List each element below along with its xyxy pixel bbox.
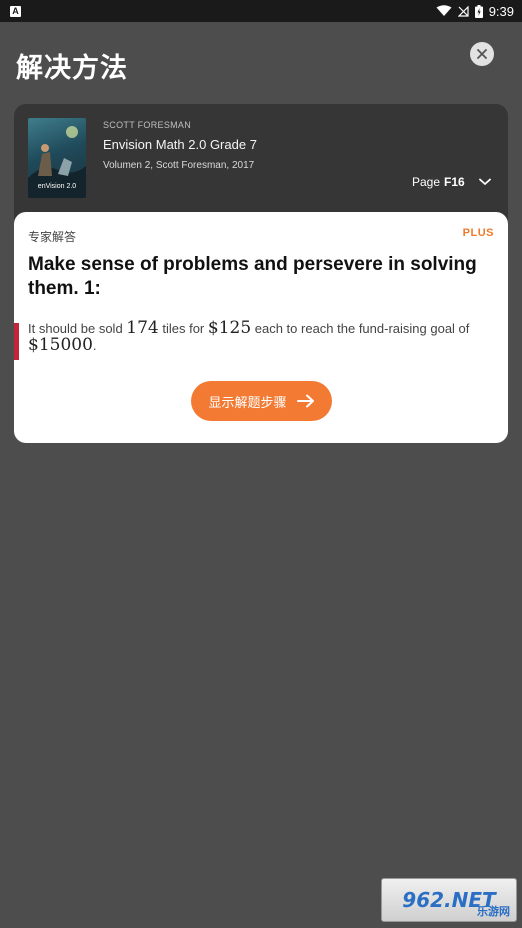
- answer-text-part1: It should be sold: [28, 321, 127, 336]
- answer-text-part4: .: [92, 338, 97, 353]
- answer-math-3: $15000: [28, 335, 93, 355]
- expert-answer-label: 专家解答: [28, 230, 77, 244]
- answer-accent-bar: [14, 323, 19, 360]
- status-right: 9:39: [436, 4, 514, 19]
- page-label: Page: [412, 175, 441, 189]
- page-selector[interactable]: Page F16: [412, 175, 491, 189]
- status-time: 9:39: [488, 3, 514, 19]
- book-cover-text: enVision 2.0: [37, 183, 77, 190]
- battery-charging-icon: [474, 4, 483, 18]
- arrow-right-icon: [296, 394, 314, 408]
- notification-app-icon: A: [10, 5, 21, 17]
- close-button[interactable]: [470, 42, 494, 66]
- page-title: 解决方法: [16, 53, 128, 84]
- question-title: Make sense of problems and persevere in …: [28, 254, 477, 299]
- answer-text-part2: tiles for: [158, 321, 208, 336]
- plus-badge: PLUS: [462, 227, 494, 239]
- book-publisher: SCOTT FORESMAN: [103, 120, 192, 130]
- answer-math-2: $125: [207, 318, 252, 338]
- page-number: F16: [444, 175, 465, 189]
- chevron-down-icon: [478, 178, 491, 185]
- no-signal-icon: [457, 5, 469, 17]
- watermark-logo: 962.NET 乐游网: [381, 878, 517, 922]
- show-steps-label: 显示解题步骤: [208, 395, 287, 411]
- show-steps-button[interactable]: 显示解题步骤: [191, 381, 332, 421]
- book-title: Envision Math 2.0 Grade 7: [103, 137, 257, 152]
- status-bar: A 9:39: [0, 0, 522, 22]
- watermark-sub-text: 乐游网: [477, 906, 510, 918]
- answer-text-part3: each to reach the fund-raising goal of: [251, 321, 470, 336]
- answer-text: It should be sold 174 tiles for $125 eac…: [28, 320, 498, 354]
- answer-card: 专家解答 PLUS Make sense of problems and per…: [14, 212, 508, 443]
- book-cover-image: enVision 2.0: [28, 118, 86, 198]
- status-left: A: [10, 5, 21, 17]
- answer-math-1: 174: [126, 318, 159, 338]
- book-meta: Volumen 2, Scott Foresman, 2017: [103, 160, 255, 171]
- wifi-icon: [436, 5, 452, 16]
- close-icon: [477, 49, 487, 59]
